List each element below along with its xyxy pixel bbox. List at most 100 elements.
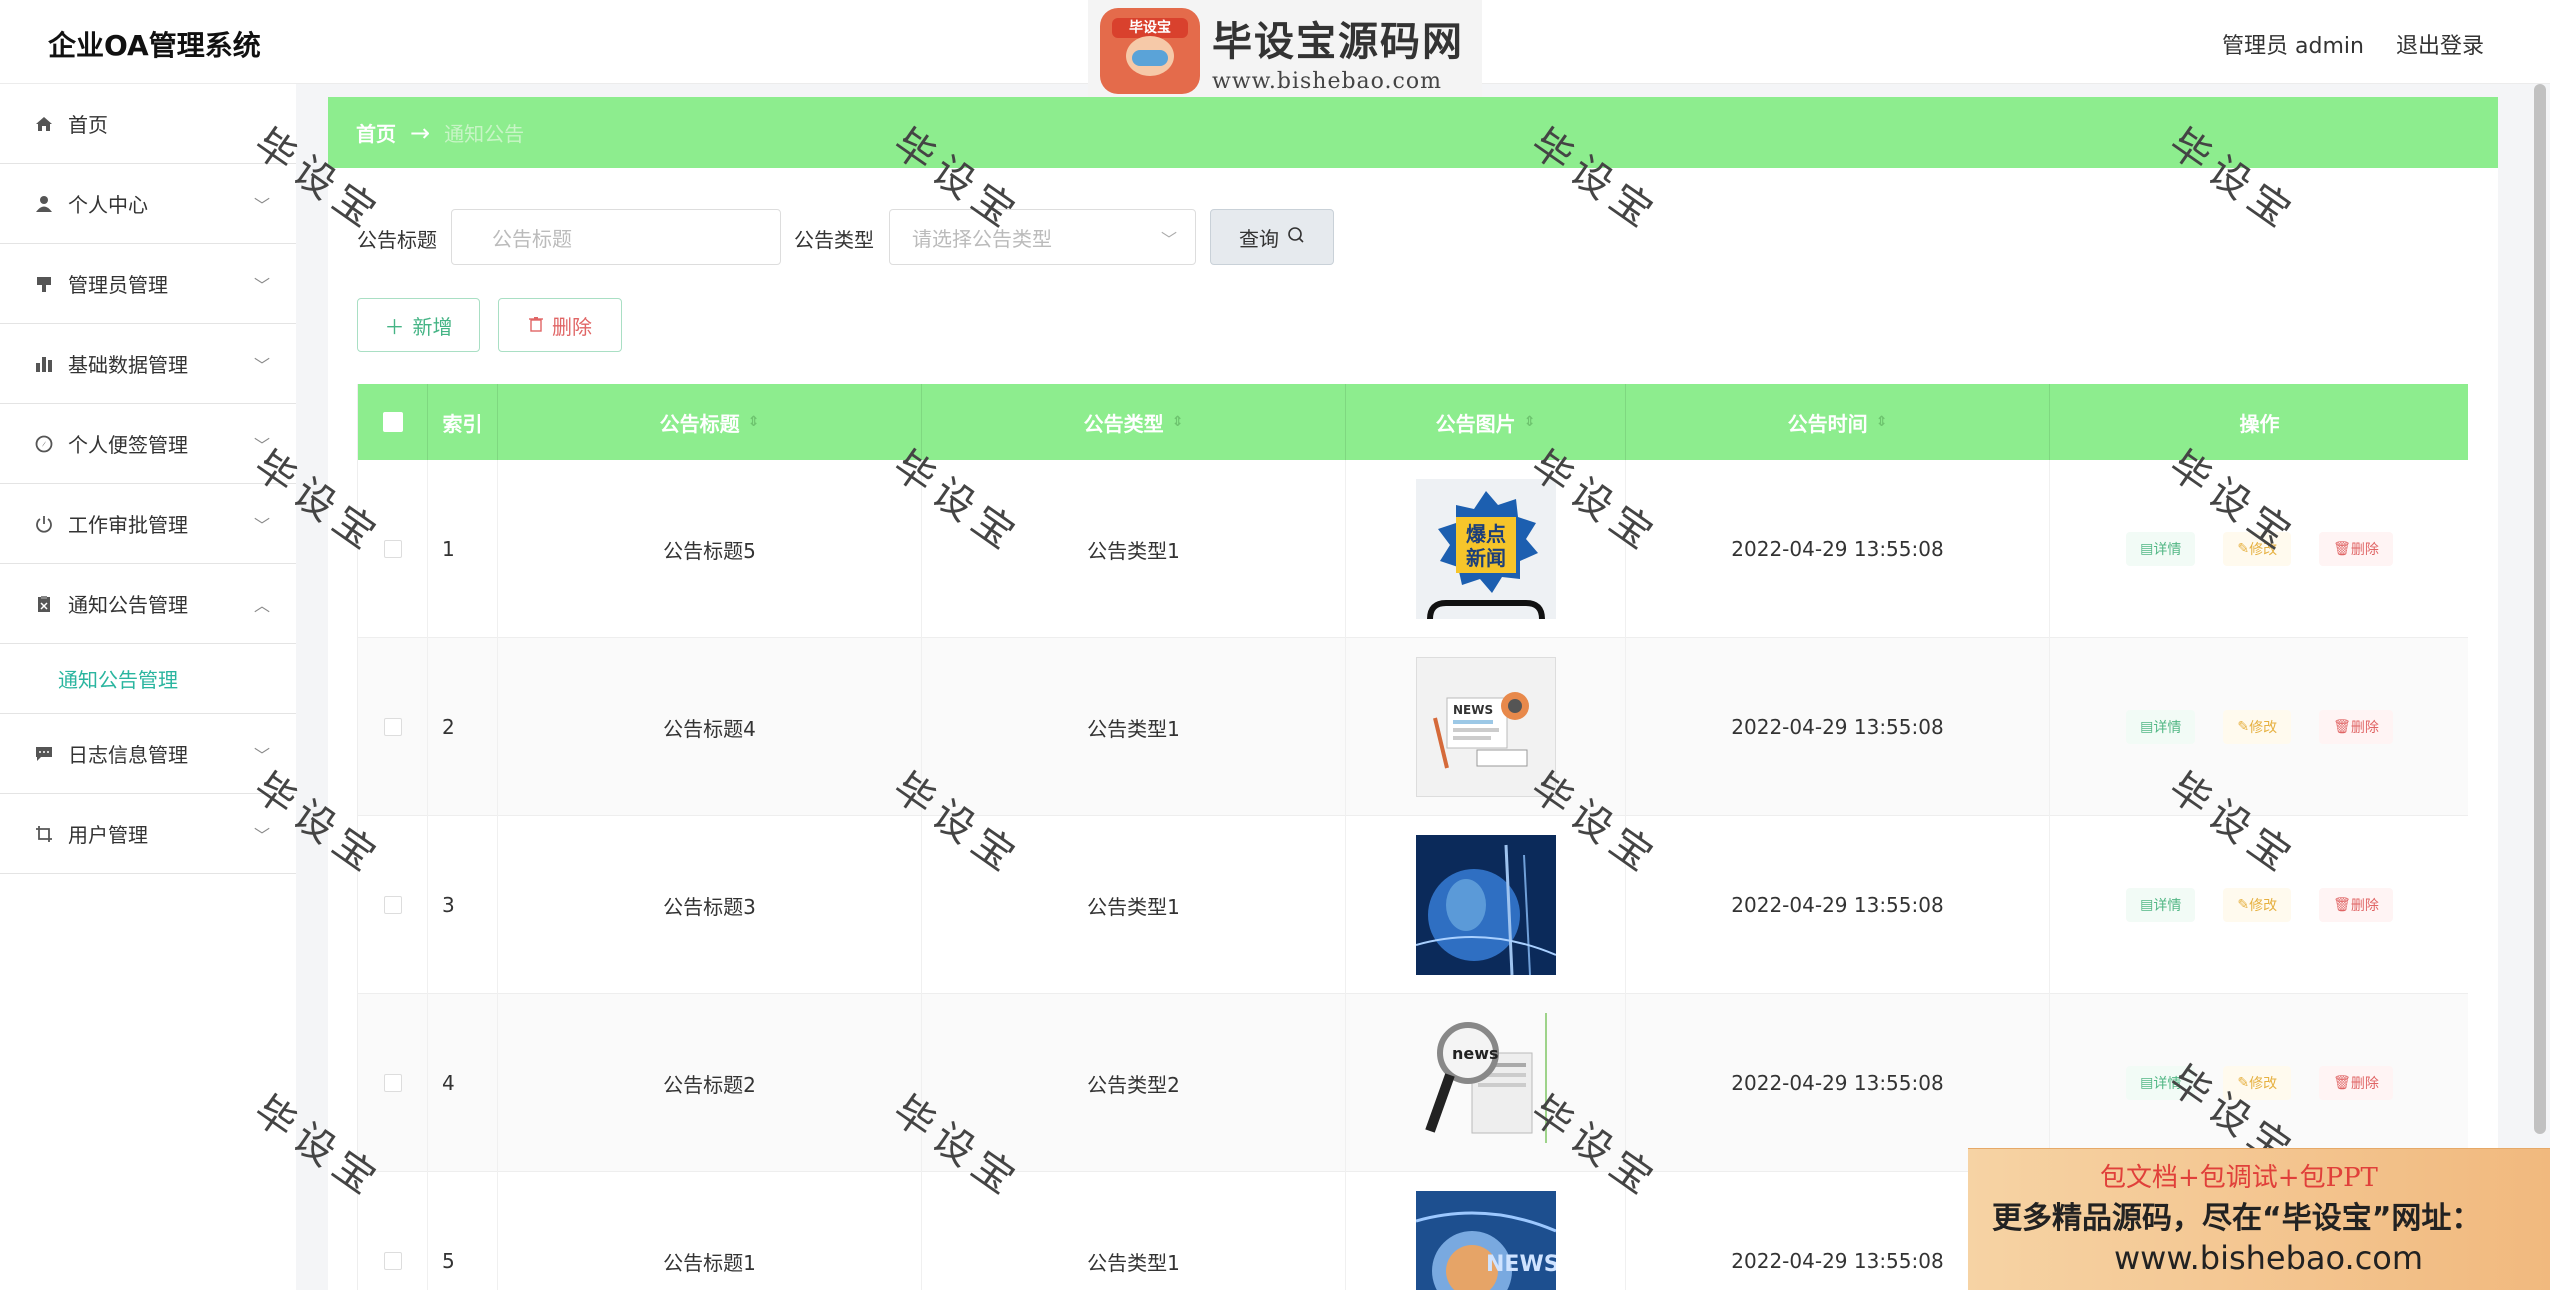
sidebar-item-approval[interactable]: 工作审批管理 ﹀: [0, 484, 296, 564]
compass-icon: [34, 434, 54, 454]
sort-icon[interactable]: ⇕: [1172, 414, 1184, 430]
arrow-right-icon: →: [410, 118, 431, 147]
ad-banner[interactable]: 包文档+包调试+包PPT 更多精品源码，尽在“毕设宝”网址： www.bishe…: [1968, 1148, 2550, 1290]
edit-button[interactable]: ✎ 修改: [2223, 532, 2292, 566]
chat-icon: [34, 744, 54, 764]
sidebar-item-label: 管理员管理: [68, 273, 168, 297]
sidebar-item-label: 日志信息管理: [68, 743, 188, 767]
edit-button[interactable]: ✎ 修改: [2223, 710, 2292, 744]
column-header-type[interactable]: 公告类型 ⇕: [922, 384, 1346, 460]
row-title: 公告标题3: [498, 816, 922, 994]
pencil-icon: ✎: [2237, 719, 2250, 735]
row-checkbox[interactable]: [383, 718, 402, 736]
row-type: 公告类型2: [922, 994, 1346, 1172]
row-index: 1: [428, 460, 498, 638]
select-all-checkbox-cell[interactable]: [358, 384, 428, 460]
logo-name: 毕设宝源码网: [1212, 18, 1464, 65]
sort-icon[interactable]: ⇕: [1876, 414, 1888, 430]
breadcrumb-home[interactable]: 首页: [356, 118, 396, 147]
breaking-news-image[interactable]: 爆点 新闻: [1415, 479, 1556, 619]
logout-link[interactable]: 退出登录: [2396, 28, 2484, 60]
chevron-down-icon: ﹀: [253, 356, 270, 375]
trash-icon: 🗑: [2333, 719, 2351, 735]
sidebar-item-profile[interactable]: 个人中心 ﹀: [0, 164, 296, 244]
chevron-down-icon: ﹀: [253, 436, 270, 455]
sidebar-item-notice[interactable]: 通知公告管理 ︿: [0, 564, 296, 644]
page-scrollbar[interactable]: [2534, 84, 2546, 1134]
sort-icon[interactable]: ⇕: [1524, 414, 1536, 430]
ad-line-2: 更多精品源码，尽在“毕设宝”网址：: [1992, 1201, 2482, 1236]
row-index: 5: [428, 1172, 498, 1290]
column-header-image[interactable]: 公告图片 ⇕: [1346, 384, 1626, 460]
trash-icon: 🗑: [2333, 541, 2351, 557]
row-checkbox[interactable]: [383, 540, 402, 558]
edit-button[interactable]: ✎ 修改: [2223, 888, 2292, 922]
chevron-down-icon: ﹀: [253, 276, 270, 295]
batch-delete-button[interactable]: 删除: [498, 298, 622, 352]
chevron-down-icon: ﹀: [253, 516, 270, 535]
row-type: 公告类型1: [922, 460, 1346, 638]
trash-icon: 🗑: [2333, 1075, 2351, 1091]
row-index: 2: [428, 638, 498, 816]
title-search-input[interactable]: 公告标题: [451, 209, 781, 265]
search-icon: [1287, 225, 1305, 249]
sidebar-item-admin[interactable]: 管理员管理 ﹀: [0, 244, 296, 324]
row-checkbox[interactable]: [383, 1074, 402, 1092]
sidebar-item-users[interactable]: 用户管理 ﹀: [0, 794, 296, 874]
news-illustration-image[interactable]: NEWS: [1415, 657, 1556, 797]
column-header-time[interactable]: 公告时间 ⇕: [1626, 384, 2050, 460]
detail-button[interactable]: ▤ 详情: [2126, 710, 2196, 744]
globe-image[interactable]: [1415, 835, 1556, 975]
row-title: 公告标题1: [498, 1172, 922, 1290]
delete-button[interactable]: 🗑 删除: [2319, 1066, 2393, 1100]
breadcrumb-current: 通知公告: [444, 122, 525, 146]
chevron-down-icon: ﹀: [1160, 230, 1177, 249]
row-time: 2022-04-29 13:55:08: [1626, 816, 2050, 994]
doc-icon: ▤: [2140, 541, 2154, 557]
detail-button[interactable]: ▤ 详情: [2126, 532, 2196, 566]
type-select[interactable]: 请选择公告类型 ﹀: [889, 209, 1196, 265]
row-time: 2022-04-29 13:55:08: [1626, 460, 2050, 638]
detail-button[interactable]: ▤ 详情: [2126, 1066, 2196, 1100]
row-title: 公告标题2: [498, 994, 922, 1172]
column-header-title[interactable]: 公告标题 ⇕: [498, 384, 922, 460]
magnifier-news-image[interactable]: news: [1415, 1013, 1556, 1153]
svg-text:news: news: [1452, 1044, 1499, 1063]
sidebar-item-home[interactable]: 首页: [0, 84, 296, 164]
news-globe-image[interactable]: NEWS: [1415, 1191, 1556, 1290]
sort-icon[interactable]: ⇕: [748, 414, 760, 430]
admin-icon: [34, 274, 54, 294]
logo-url: www.bishebao.com: [1212, 68, 1442, 94]
clipboard-icon: [34, 594, 54, 614]
column-header-operations: 操作: [2239, 411, 2280, 436]
sidebar-subitem-notice-manage[interactable]: 通知公告管理: [0, 644, 296, 714]
delete-button[interactable]: 🗑 删除: [2319, 888, 2393, 922]
ad-line-1: 包文档+包调试+包PPT: [2100, 1163, 2378, 1193]
delete-button[interactable]: 🗑 删除: [2319, 710, 2393, 744]
detail-button[interactable]: ▤ 详情: [2126, 888, 2196, 922]
sidebar-item-logs[interactable]: 日志信息管理 ﹀: [0, 714, 296, 794]
type-select-placeholder: 请选择公告类型: [912, 226, 1052, 251]
trash-icon: 🗑: [2333, 897, 2351, 913]
select-all-checkbox[interactable]: [382, 412, 403, 432]
edit-button[interactable]: ✎ 修改: [2223, 1066, 2292, 1100]
sidebar-item-notes[interactable]: 个人便签管理 ﹀: [0, 404, 296, 484]
title-search-label: 公告标题: [357, 228, 437, 252]
delete-button[interactable]: 🗑 删除: [2319, 532, 2393, 566]
row-checkbox[interactable]: [383, 1252, 402, 1270]
chevron-up-icon: ︿: [253, 596, 270, 615]
add-button[interactable]: ＋ 新增: [357, 298, 480, 352]
pencil-icon: ✎: [2237, 1075, 2250, 1091]
sidebar-item-label: 个人便签管理: [68, 433, 188, 457]
pencil-icon: ✎: [2237, 541, 2250, 557]
table-header: 索引 公告标题 ⇕ 公告类型 ⇕ 公告图片 ⇕ 公告时间 ⇕ 操作: [358, 384, 2468, 460]
power-icon: [34, 514, 54, 534]
sidebar-item-base-data[interactable]: 基础数据管理 ﹀: [0, 324, 296, 404]
home-icon: [34, 114, 54, 134]
crop-icon: [34, 824, 54, 844]
query-button[interactable]: 查询: [1210, 209, 1334, 265]
row-checkbox[interactable]: [383, 896, 402, 914]
current-user-label[interactable]: 管理员 admin: [2222, 28, 2364, 60]
doc-icon: ▤: [2140, 897, 2154, 913]
breadcrumb: 首页 → 通知公告: [328, 97, 2498, 168]
